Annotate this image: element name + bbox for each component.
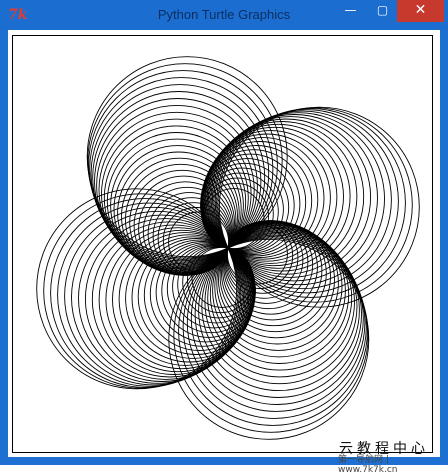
close-icon: ✕: [414, 2, 427, 18]
watermark-sub: 第一导航网 | www.7k7k.cn: [338, 455, 398, 475]
maximize-button[interactable]: ▢: [366, 0, 399, 22]
minimize-button[interactable]: —: [334, 0, 367, 22]
turtle-window: 7k Python Turtle Graphics — ▢ ✕ 云教程中心 第一…: [0, 0, 448, 475]
client-area: 云教程中心: [8, 30, 440, 457]
title-bar[interactable]: 7k Python Turtle Graphics — ▢ ✕: [0, 0, 448, 30]
close-button[interactable]: ✕: [397, 0, 444, 22]
spirograph-drawing: [36, 56, 420, 440]
turtle-canvas[interactable]: 云教程中心: [12, 35, 433, 457]
maximize-icon: ▢: [376, 3, 389, 17]
minimize-icon: —: [344, 3, 357, 17]
